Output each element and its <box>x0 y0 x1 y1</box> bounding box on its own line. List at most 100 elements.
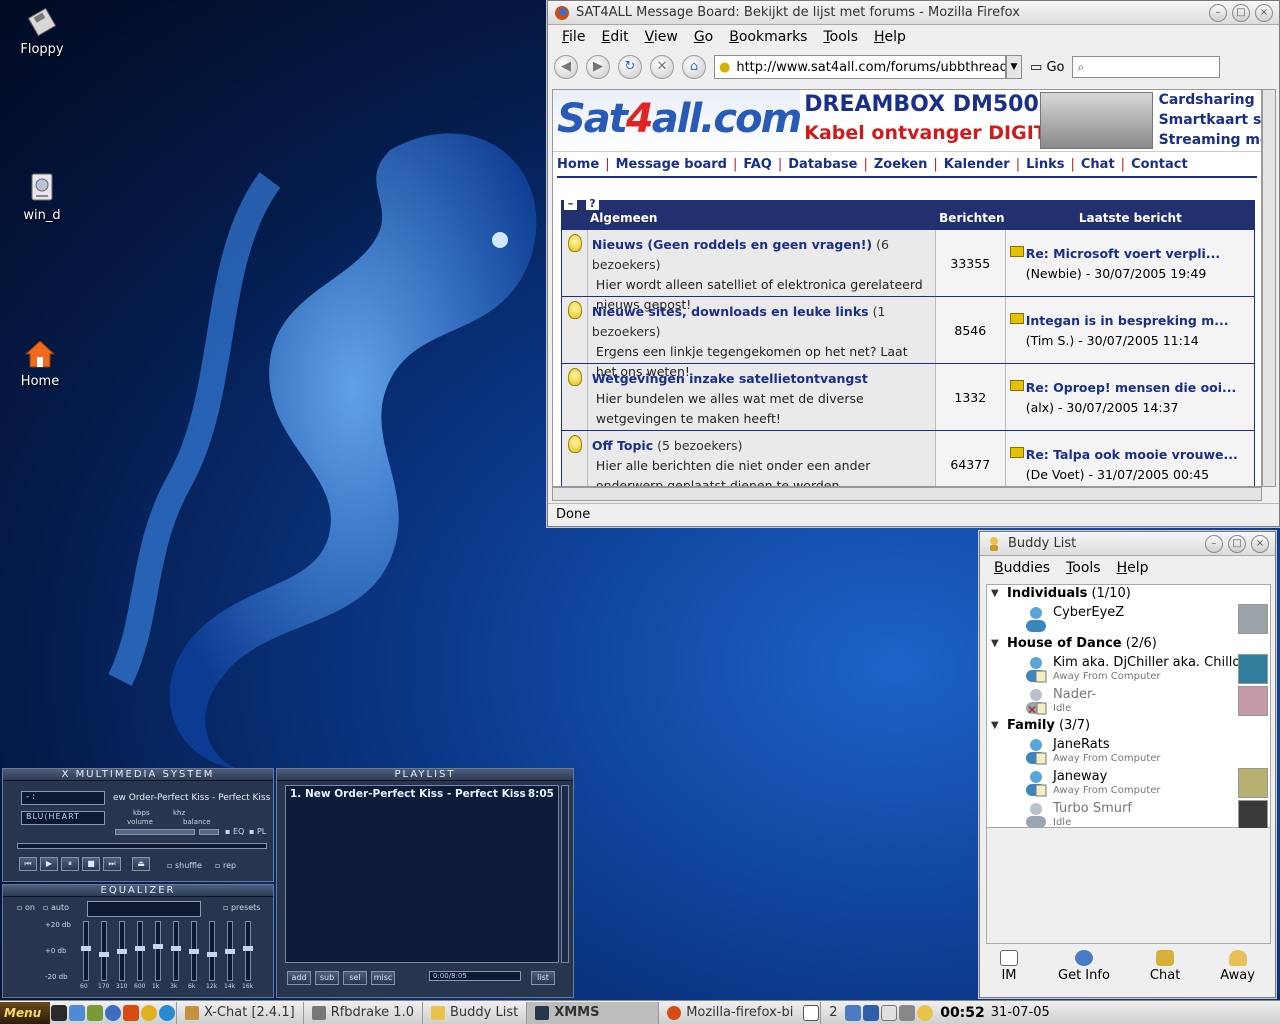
dreambox-ad[interactable]: DREAMBOX DM500-C Kabel ontvanger DIGITAA… <box>800 90 1087 151</box>
volume-icon[interactable] <box>899 1004 916 1021</box>
buddy-row[interactable]: JaneRats Away From Computer <box>987 735 1270 767</box>
settings-icon[interactable] <box>87 1004 103 1021</box>
horizontal-scrollbar[interactable] <box>552 487 1262 501</box>
pl-toggle[interactable]: ▪ PL <box>249 827 266 836</box>
pl-misc-button[interactable]: misc <box>371 971 395 985</box>
forum-link[interactable]: Wetgevingen inzake satellietontvangst <box>592 371 868 386</box>
network-icon[interactable] <box>845 1004 862 1021</box>
monitor-icon[interactable] <box>863 1004 880 1021</box>
help-icon[interactable]: ? <box>586 197 599 210</box>
playlist-entry[interactable]: 1. New Order-Perfect Kiss - Perfect Kiss… <box>286 786 558 802</box>
playlist-titlebar[interactable]: PLAYLIST <box>277 769 573 781</box>
im-button[interactable]: IM <box>1000 946 1018 996</box>
eq-band-slider[interactable] <box>99 921 109 981</box>
ad-side[interactable]: Cardsharing Smartkaart slot Streaming me… <box>1153 90 1261 151</box>
pl-list-button[interactable]: list <box>531 971 555 985</box>
vertical-scrollbar[interactable] <box>1262 89 1276 487</box>
minimize-button[interactable]: – <box>1209 4 1227 22</box>
group-house-of-dance[interactable]: ▼ House of Dance (2/6) <box>987 635 1270 653</box>
eq-band-knob[interactable] <box>171 946 181 951</box>
gaim-tray-icon[interactable] <box>917 1004 934 1021</box>
main-menu-button[interactable]: Menu <box>0 1001 50 1024</box>
eq-band-slider[interactable] <box>153 921 163 981</box>
eq-band-knob[interactable] <box>189 949 199 954</box>
eq-band-knob[interactable] <box>243 946 253 951</box>
desktop-icon-home[interactable]: Home <box>0 338 80 389</box>
firefox-titlebar[interactable]: SAT4ALL Message Board: Bekijkt de lijst … <box>548 1 1279 25</box>
maximize-button[interactable]: □ <box>1232 4 1250 22</box>
nav-kalender[interactable]: Kalender <box>944 157 1010 172</box>
back-button[interactable]: ◀ <box>554 55 578 79</box>
nav-home[interactable]: Home <box>557 157 599 172</box>
task-buddy-list[interactable]: Buddy List <box>421 1001 526 1024</box>
task-xmms[interactable]: XMMS <box>526 1001 659 1024</box>
eq-band-knob[interactable] <box>81 946 91 951</box>
site-logo[interactable]: Sat4all.com <box>553 90 802 151</box>
eq-band-knob[interactable] <box>99 952 109 957</box>
home-button[interactable]: ⌂ <box>682 55 706 79</box>
task-rfbdrake[interactable]: Rfbdrake 1.0 <box>302 1001 422 1024</box>
minimize-button[interactable]: – <box>1205 535 1223 553</box>
menu-tools[interactable]: Tools <box>815 29 866 45</box>
get-info-button[interactable]: Get Info <box>1058 946 1110 996</box>
nav-faq[interactable]: FAQ <box>743 157 772 172</box>
pl-add-button[interactable]: add <box>287 971 311 985</box>
help-icon[interactable] <box>141 1004 157 1021</box>
repeat-toggle[interactable]: ▫ rep <box>215 861 236 870</box>
eq-band-knob[interactable] <box>225 949 235 954</box>
collapse-icon[interactable]: – <box>564 197 577 210</box>
eq-band-slider[interactable] <box>171 921 181 981</box>
playlist-scrollbar[interactable] <box>561 785 569 963</box>
menu-bookmarks[interactable]: Bookmarks <box>721 29 815 45</box>
last-post-link[interactable]: Re: Microsoft voert verpli... <box>1026 244 1250 264</box>
buddy-row[interactable]: ✕ Nader- Idle <box>987 685 1270 717</box>
menu-file[interactable]: File <box>554 29 593 45</box>
seek-bar[interactable] <box>17 843 267 849</box>
menu-tools[interactable]: Tools <box>1058 560 1109 576</box>
buddy-list-titlebar[interactable]: Buddy List – □ × <box>980 532 1275 556</box>
group-individuals[interactable]: ▼ Individuals (1/10) <box>987 585 1270 603</box>
task-xchat[interactable]: X-Chat [2.4.1] <box>176 1001 303 1024</box>
eject-button[interactable]: ⏏ <box>132 857 150 871</box>
workspace-switcher[interactable]: 2 <box>820 1001 844 1024</box>
balance-slider[interactable] <box>199 829 219 835</box>
mail-icon[interactable] <box>123 1004 139 1021</box>
forward-button[interactable]: ▶ <box>586 55 610 79</box>
close-button[interactable]: × <box>1255 4 1273 22</box>
eq-toggle[interactable]: ▪ EQ <box>225 827 244 836</box>
browser-icon[interactable] <box>105 1004 121 1021</box>
buddy-row[interactable]: Kim aka. DjChiller aka. Chillos Away Fro… <box>987 653 1270 685</box>
eq-band-slider[interactable] <box>117 921 127 981</box>
url-history-dropdown[interactable]: ▼ <box>1006 55 1022 79</box>
menu-view[interactable]: View <box>637 29 686 45</box>
volume-slider[interactable] <box>115 829 195 835</box>
eq-band-knob[interactable] <box>135 946 145 951</box>
play-button[interactable]: ▶ <box>40 857 58 871</box>
notes-icon[interactable] <box>881 1004 898 1021</box>
menu-edit[interactable]: Edit <box>593 29 636 45</box>
url-bar[interactable]: ● http://www.sat4all.com/forums/ubbthrea… <box>714 55 1006 79</box>
forum-link[interactable]: Nieuwe sites, downloads en leuke links <box>592 304 869 319</box>
eq-band-slider[interactable] <box>189 921 199 981</box>
eq-band-slider[interactable] <box>207 921 217 981</box>
eq-band-knob[interactable] <box>117 949 127 954</box>
eq-band-slider[interactable] <box>243 921 253 981</box>
pl-sel-button[interactable]: sel <box>343 971 367 985</box>
last-post-link[interactable]: Re: Talpa ook mooie vrouwe... <box>1026 445 1250 465</box>
buddy-row[interactable]: Janeway Away From Computer <box>987 767 1270 799</box>
nav-zoeken[interactable]: Zoeken <box>874 157 928 172</box>
eq-band-slider[interactable] <box>81 921 91 981</box>
eq-band-slider[interactable] <box>225 921 235 981</box>
eq-auto-toggle[interactable]: ▫ auto <box>43 903 69 912</box>
shuffle-toggle[interactable]: ▫ shuffle <box>167 861 202 870</box>
eq-on-toggle[interactable]: ▫ on <box>17 903 35 912</box>
chat-button[interactable]: Chat <box>1150 946 1180 996</box>
close-button[interactable]: × <box>1251 535 1269 553</box>
stop-button[interactable]: ✕ <box>650 55 674 79</box>
last-post-link[interactable]: Integan is in bespreking m... <box>1026 311 1250 331</box>
menu-help[interactable]: Help <box>1109 560 1157 576</box>
nav-chat[interactable]: Chat <box>1081 157 1115 172</box>
prev-button[interactable]: ⏮ <box>19 857 37 871</box>
desktop-icon-floppy[interactable]: Floppy <box>2 6 82 57</box>
xmms-titlebar[interactable]: X MULTIMEDIA SYSTEM <box>3 769 273 781</box>
